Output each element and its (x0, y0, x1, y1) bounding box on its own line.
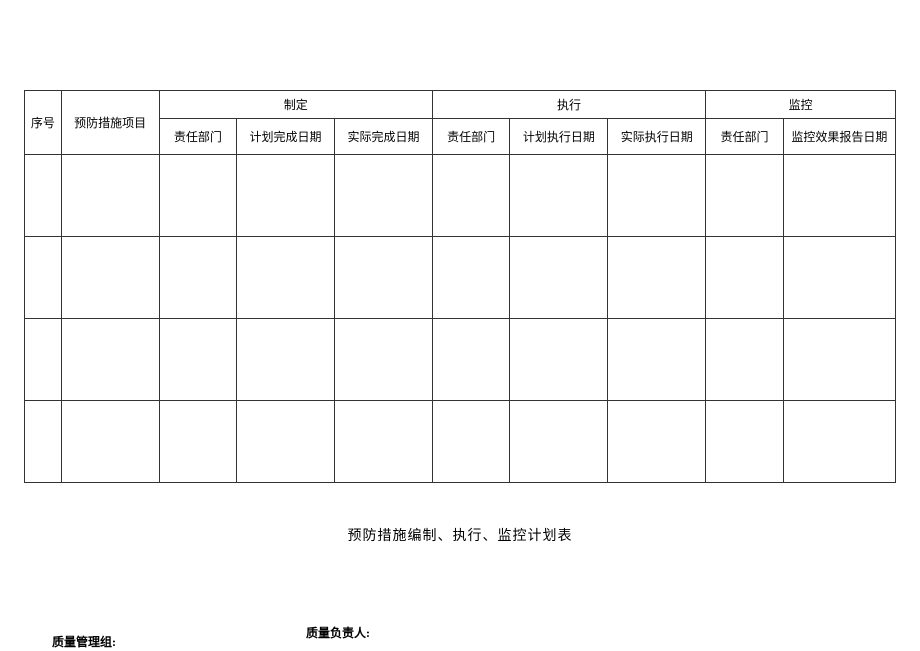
table-row (25, 319, 896, 401)
cell-project (61, 319, 159, 401)
table-row (25, 237, 896, 319)
header-project: 预防措施项目 (61, 91, 159, 155)
cell-actual-execute (608, 319, 706, 401)
table-header-row-1: 序号 预防措施项目 制定 执行 监控 (25, 91, 896, 119)
header-actual-complete-date: 实际完成日期 (334, 119, 432, 155)
cell-plan-execute (510, 401, 608, 483)
cell-plan-execute (510, 319, 608, 401)
cell-mon-dept (706, 401, 784, 483)
header-group-monitor: 监控 (706, 91, 896, 119)
header-actual-execute-date: 实际执行日期 (608, 119, 706, 155)
cell-plan-execute (510, 155, 608, 237)
cell-exec-dept (432, 401, 510, 483)
cell-actual-complete (334, 319, 432, 401)
cell-seq (25, 319, 62, 401)
table-row (25, 401, 896, 483)
header-execute-dept: 责任部门 (432, 119, 510, 155)
header-group-establish: 制定 (159, 91, 432, 119)
cell-est-dept (159, 401, 237, 483)
cell-seq (25, 237, 62, 319)
footer-quality-group: 质量管理组: (52, 633, 116, 650)
header-establish-dept: 责任部门 (159, 119, 237, 155)
cell-plan-complete (237, 237, 335, 319)
cell-seq (25, 401, 62, 483)
cell-project (61, 401, 159, 483)
cell-actual-execute (608, 401, 706, 483)
cell-est-dept (159, 155, 237, 237)
cell-seq (25, 155, 62, 237)
cell-est-dept (159, 237, 237, 319)
cell-plan-execute (510, 237, 608, 319)
cell-actual-execute (608, 155, 706, 237)
cell-exec-dept (432, 319, 510, 401)
cell-actual-complete (334, 401, 432, 483)
plan-table-container: 序号 预防措施项目 制定 执行 监控 责任部门 计划完成日期 实际完成日期 责任… (24, 90, 896, 483)
cell-mon-dept (706, 319, 784, 401)
cell-mon-date (783, 401, 895, 483)
cell-mon-date (783, 155, 895, 237)
cell-exec-dept (432, 237, 510, 319)
header-plan-complete-date: 计划完成日期 (237, 119, 335, 155)
header-seq: 序号 (25, 91, 62, 155)
footer-quality-manager: 质量负责人: (306, 624, 370, 641)
cell-actual-complete (334, 237, 432, 319)
cell-mon-date (783, 319, 895, 401)
header-monitor-report-date: 监控效果报告日期 (783, 119, 895, 155)
header-group-execute: 执行 (432, 91, 705, 119)
plan-table: 序号 预防措施项目 制定 执行 监控 责任部门 计划完成日期 实际完成日期 责任… (24, 90, 896, 483)
table-row (25, 155, 896, 237)
cell-actual-execute (608, 237, 706, 319)
cell-est-dept (159, 319, 237, 401)
cell-mon-date (783, 237, 895, 319)
header-plan-execute-date: 计划执行日期 (510, 119, 608, 155)
cell-plan-complete (237, 319, 335, 401)
cell-exec-dept (432, 155, 510, 237)
cell-mon-dept (706, 155, 784, 237)
cell-project (61, 155, 159, 237)
header-monitor-dept: 责任部门 (706, 119, 784, 155)
cell-actual-complete (334, 155, 432, 237)
cell-plan-complete (237, 155, 335, 237)
cell-plan-complete (237, 401, 335, 483)
document-title: 预防措施编制、执行、监控计划表 (0, 525, 920, 545)
cell-mon-dept (706, 237, 784, 319)
cell-project (61, 237, 159, 319)
